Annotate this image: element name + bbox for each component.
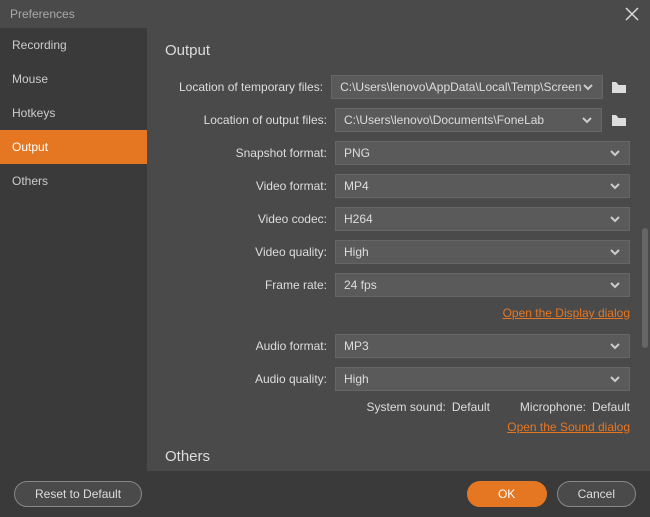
system-sound-label: System sound: — [367, 400, 446, 414]
video-quality-label: Video quality — [165, 245, 335, 259]
select-value: High — [344, 372, 369, 386]
browse-temp-button[interactable] — [609, 76, 630, 98]
temp-files-label: Location of temporary files — [165, 80, 331, 94]
audio-quality-select[interactable]: High — [335, 367, 630, 391]
audio-format-label: Audio format — [165, 339, 335, 353]
temp-files-select[interactable]: C:\Users\lenovo\AppData\Local\Temp\Scree… — [331, 75, 602, 99]
chevron-down-icon — [609, 179, 621, 193]
sidebar-item-others[interactable]: Others — [0, 164, 147, 198]
select-value: PNG — [344, 146, 370, 160]
select-value: MP4 — [344, 179, 369, 193]
sidebar-item-label: Others — [12, 174, 48, 188]
sidebar-item-label: Recording — [12, 38, 67, 52]
display-dialog-link[interactable]: Open the Display dialog — [503, 306, 630, 320]
select-value: MP3 — [344, 339, 369, 353]
sidebar-item-mouse[interactable]: Mouse — [0, 62, 147, 96]
select-value: H264 — [344, 212, 373, 226]
video-codec-label: Video codec — [165, 212, 335, 226]
section-title-others: Others — [165, 448, 630, 465]
content-panel: Output Location of temporary files C:\Us… — [147, 28, 650, 471]
cancel-button[interactable]: Cancel — [557, 481, 636, 507]
audio-device-info: System sound: Default Microphone: Default — [165, 400, 630, 414]
titlebar: Preferences — [0, 0, 650, 28]
chevron-down-icon — [609, 278, 621, 292]
chevron-down-icon — [582, 80, 594, 94]
sidebar-item-label: Hotkeys — [12, 106, 55, 120]
system-sound-value: Default — [452, 400, 490, 414]
snapshot-format-label: Snapshot format — [165, 146, 335, 160]
chevron-down-icon — [581, 113, 593, 127]
audio-quality-label: Audio quality — [165, 372, 335, 386]
output-files-select[interactable]: C:\Users\lenovo\Documents\FoneLab — [335, 108, 602, 132]
sidebar-item-label: Output — [12, 140, 48, 154]
chevron-down-icon — [609, 245, 621, 259]
video-format-label: Video format — [165, 179, 335, 193]
reset-button[interactable]: Reset to Default — [14, 481, 142, 507]
output-files-label: Location of output files — [165, 113, 335, 127]
microphone-value: Default — [592, 400, 630, 414]
video-quality-select[interactable]: High — [335, 240, 630, 264]
video-format-select[interactable]: MP4 — [335, 174, 630, 198]
chevron-down-icon — [609, 212, 621, 226]
section-title-output: Output — [165, 42, 630, 59]
snapshot-format-select[interactable]: PNG — [335, 141, 630, 165]
sidebar-item-recording[interactable]: Recording — [0, 28, 147, 62]
select-value: 24 fps — [344, 278, 377, 292]
frame-rate-select[interactable]: 24 fps — [335, 273, 630, 297]
video-codec-select[interactable]: H264 — [335, 207, 630, 231]
close-icon[interactable] — [624, 6, 640, 22]
select-value: C:\Users\lenovo\Documents\FoneLab — [344, 113, 544, 127]
browse-output-button[interactable] — [608, 109, 630, 131]
sidebar-item-output[interactable]: Output — [0, 130, 147, 164]
sidebar-item-label: Mouse — [12, 72, 48, 86]
sound-dialog-link[interactable]: Open the Sound dialog — [507, 420, 630, 434]
frame-rate-label: Frame rate — [165, 278, 335, 292]
chevron-down-icon — [609, 339, 621, 353]
microphone-label: Microphone: — [520, 400, 586, 414]
chevron-down-icon — [609, 146, 621, 160]
chevron-down-icon — [609, 372, 621, 386]
sidebar: Recording Mouse Hotkeys Output Others — [0, 28, 147, 471]
window-title: Preferences — [10, 7, 75, 21]
select-value: C:\Users\lenovo\AppData\Local\Temp\Scree… — [340, 80, 581, 94]
sidebar-item-hotkeys[interactable]: Hotkeys — [0, 96, 147, 130]
footer: Reset to Default OK Cancel — [0, 471, 650, 517]
ok-button[interactable]: OK — [467, 481, 547, 507]
audio-format-select[interactable]: MP3 — [335, 334, 630, 358]
scrollbar[interactable] — [642, 228, 648, 348]
select-value: High — [344, 245, 369, 259]
